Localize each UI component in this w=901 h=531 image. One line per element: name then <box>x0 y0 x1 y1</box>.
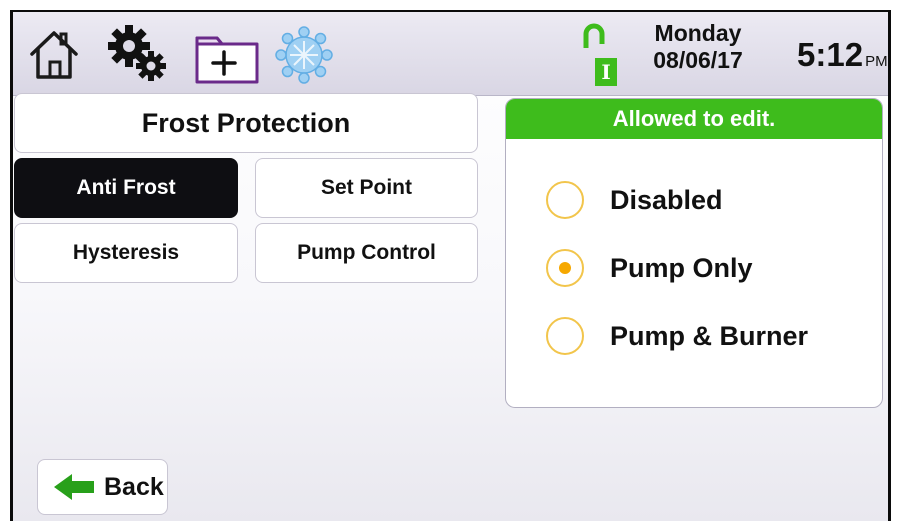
time-label: 5:12 <box>797 36 864 73</box>
option-label: Pump Only <box>610 252 753 283</box>
day-label: Monday <box>654 20 742 46</box>
options-panel: Allowed to edit. Disabled Pump Only Pump… <box>505 98 883 408</box>
radio-disabled[interactable] <box>546 181 584 219</box>
tab-label: Hysteresis <box>72 241 180 264</box>
snowflake-icon[interactable] <box>273 24 335 86</box>
home-icon[interactable] <box>27 26 81 82</box>
tab-label: Anti Frost <box>76 176 176 199</box>
option-label: Disabled <box>610 184 723 215</box>
clock: 5:12 PM <box>797 36 888 74</box>
page-title: Frost Protection <box>14 93 478 153</box>
date-label: 08/06/17 <box>653 47 743 73</box>
back-button[interactable]: Back <box>37 459 168 515</box>
radio-pump-burner[interactable] <box>546 317 584 355</box>
panel-header: Allowed to edit. <box>506 99 882 139</box>
unlocked-padlock-icon[interactable]: I <box>580 22 620 88</box>
tab-anti-frost[interactable]: Anti Frost <box>14 158 238 218</box>
tab-label: Pump Control <box>297 241 436 264</box>
add-folder-icon[interactable] <box>193 26 263 86</box>
panel-header-label: Allowed to edit. <box>612 106 776 131</box>
ampm-label: PM <box>865 53 888 70</box>
option-disabled[interactable]: Disabled <box>546 177 723 223</box>
page-title-label: Frost Protection <box>141 107 351 138</box>
padlock-label: I <box>601 60 611 84</box>
back-button-label: Back <box>104 472 164 501</box>
top-status-bar: I Monday 08/06/17 5:12 PM <box>13 12 888 96</box>
date-display: Monday 08/06/17 <box>638 20 758 74</box>
option-pump-burner[interactable]: Pump & Burner <box>546 313 808 359</box>
option-pump-only[interactable]: Pump Only <box>546 245 753 291</box>
radio-pump-only[interactable] <box>546 249 584 287</box>
settings-gears-icon[interactable] <box>105 22 171 86</box>
back-arrow-icon <box>54 474 94 500</box>
tab-hysteresis[interactable]: Hysteresis <box>14 223 238 283</box>
screen-frame: I Monday 08/06/17 5:12 PM Frost Protectio… <box>10 10 891 521</box>
tab-label: Set Point <box>320 176 412 199</box>
tab-set-point[interactable]: Set Point <box>255 158 478 218</box>
option-label: Pump & Burner <box>610 320 809 351</box>
tab-pump-control[interactable]: Pump Control <box>255 223 478 283</box>
